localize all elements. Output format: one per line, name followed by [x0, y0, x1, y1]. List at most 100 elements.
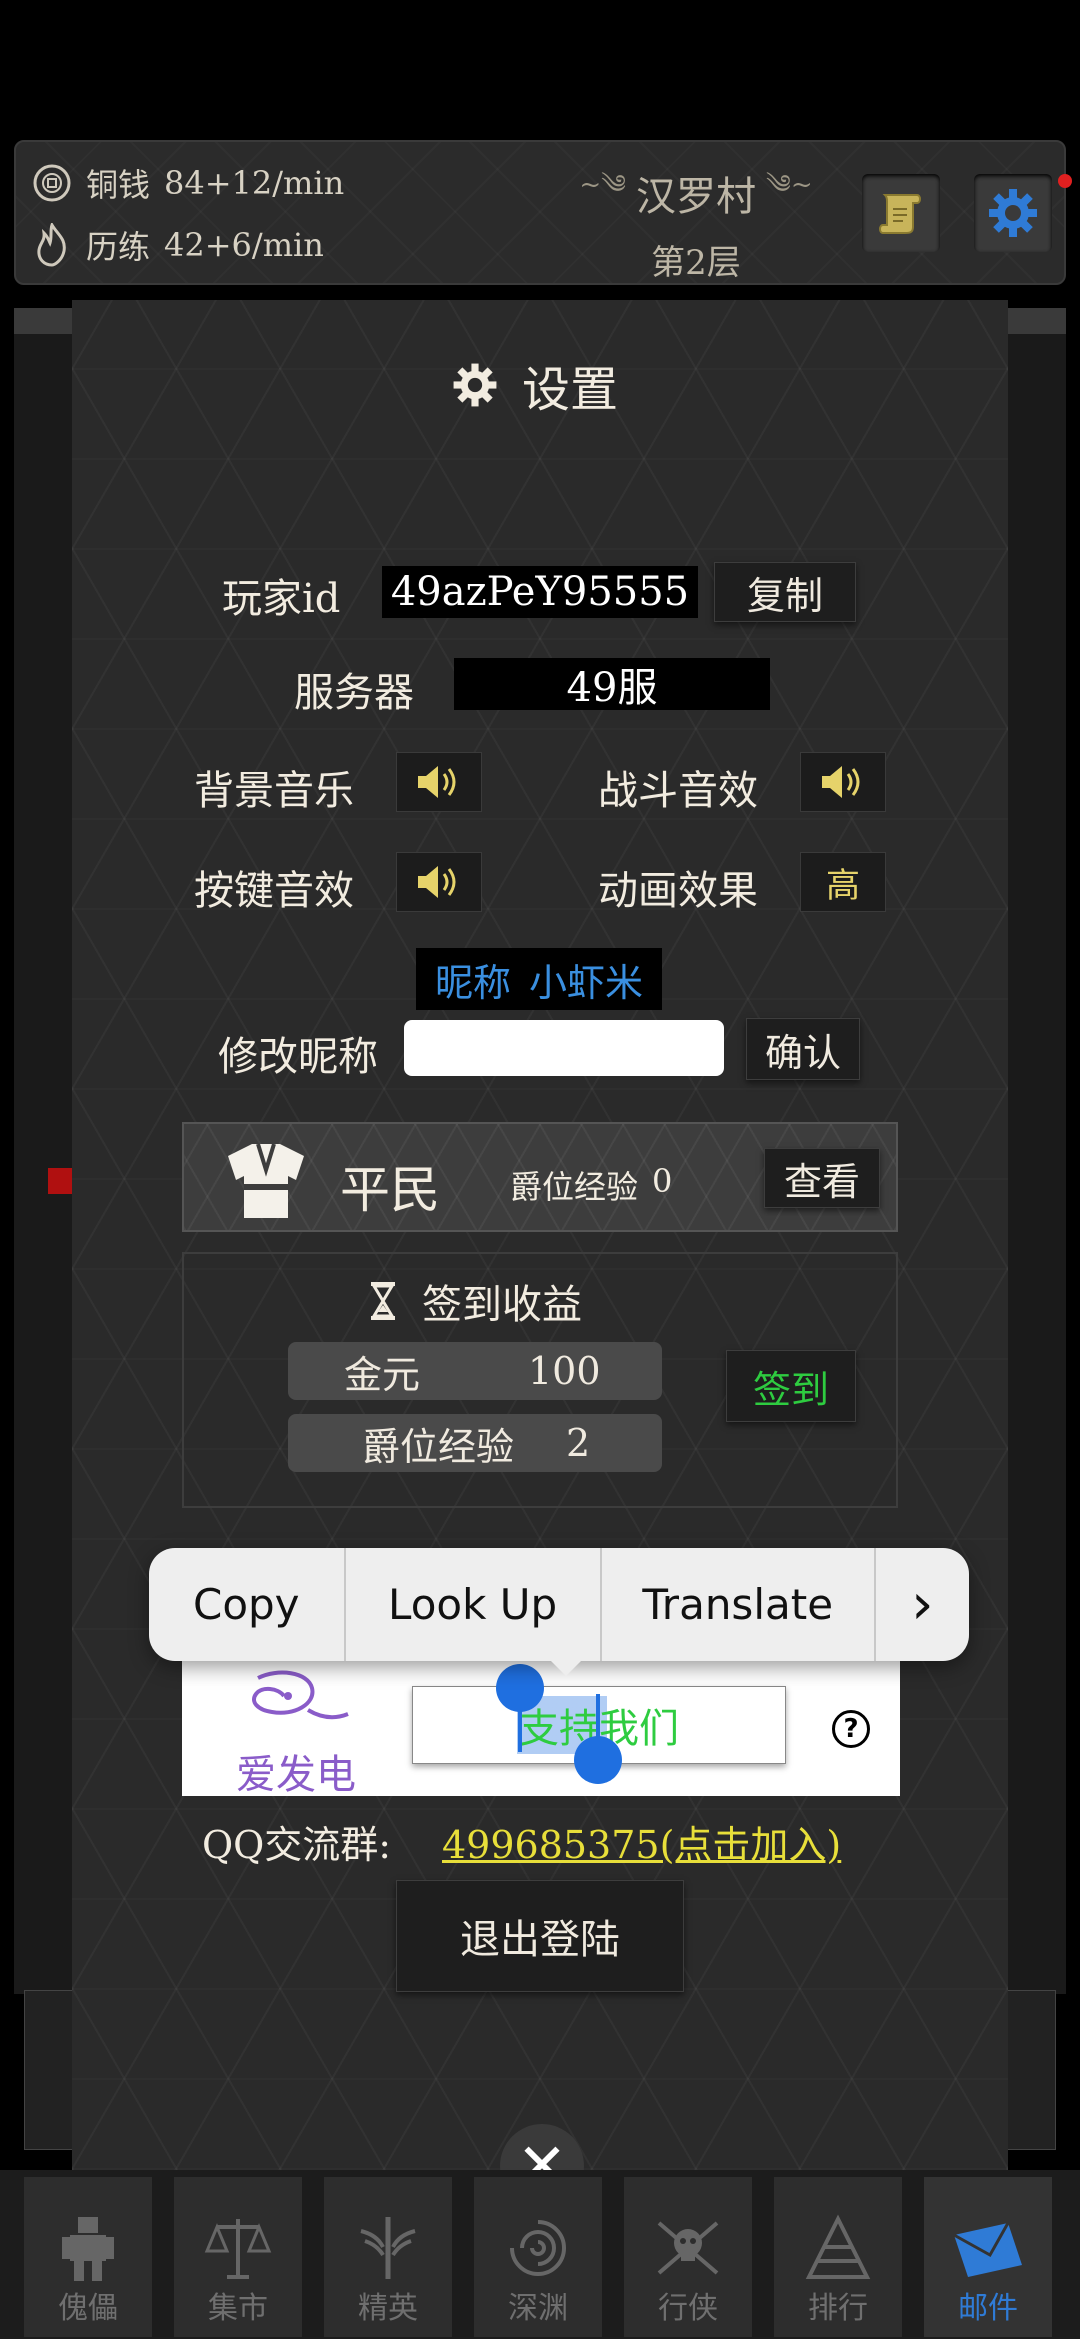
- robe-icon: [228, 1143, 304, 1218]
- tab-label: 邮件: [958, 2291, 1018, 2326]
- coins-label: 铜钱: [86, 166, 151, 204]
- coin-icon: [32, 163, 72, 203]
- confirm-nickname-button[interactable]: 确认: [746, 1018, 860, 1080]
- checkin-title: 签到收益: [422, 1282, 582, 1328]
- player-id-label: 玩家id: [222, 576, 341, 622]
- bg-red-marker: [48, 1168, 72, 1194]
- tab-puppet[interactable]: 傀儡: [24, 2177, 152, 2337]
- qq-group-link[interactable]: 499685375(点击加入): [442, 1814, 841, 1869]
- change-nickname-label: 修改昵称: [218, 1034, 378, 1080]
- selection-end-handle[interactable]: [574, 1736, 622, 1784]
- tab-abyss[interactable]: 深渊: [474, 2177, 602, 2337]
- menu-item-look-up[interactable]: Look Up: [346, 1548, 602, 1661]
- floor-label: 第2层: [651, 243, 741, 283]
- rank-name: 平民: [340, 1161, 440, 1219]
- right-ornament-icon: ༄~: [766, 170, 813, 200]
- speaker-icon: [822, 766, 860, 798]
- battle-sfx-toggle[interactable]: [800, 752, 886, 812]
- skull-swords-icon: [657, 2221, 719, 2275]
- bgm-label: 背景音乐: [194, 768, 354, 814]
- gear-icon: [989, 189, 1037, 237]
- tab-market[interactable]: 集市: [174, 2177, 302, 2337]
- animation-label: 动画效果: [598, 868, 758, 914]
- logout-button[interactable]: 退出登陆: [396, 1880, 684, 1992]
- scroll-button[interactable]: [862, 174, 940, 252]
- key-sfx-toggle[interactable]: [396, 852, 482, 912]
- server-label: 服务器: [294, 670, 414, 716]
- coins-value: 84+12/min: [164, 164, 345, 202]
- scales-icon: [204, 2219, 272, 2279]
- checkin-box: 签到收益 金元 100 爵位经验 2 签到: [182, 1252, 898, 1508]
- afdian-logo-icon: [252, 1670, 349, 1720]
- reward-value: 2: [566, 1421, 591, 1465]
- bg-card-right: [1006, 1990, 1056, 2150]
- nickname-value: 小虾米: [529, 960, 644, 1005]
- location-name: 汉罗村: [636, 173, 756, 220]
- nickname-label: 昵称: [434, 960, 511, 1005]
- robot-icon: [62, 2217, 114, 2281]
- exp-row: 历练 42+6/min: [32, 222, 324, 268]
- exp-value: 42+6/min: [164, 226, 324, 264]
- bg-column-left: [14, 334, 72, 1994]
- copy-id-button[interactable]: 复制: [714, 562, 856, 622]
- checkin-title-row: 签到收益: [370, 1272, 582, 1330]
- rank-exp-label: 爵位经验: [510, 1168, 639, 1206]
- view-rank-button[interactable]: 查看: [764, 1148, 880, 1208]
- checkin-button[interactable]: 签到: [726, 1350, 856, 1422]
- page-title: 设置: [522, 362, 619, 418]
- tab-label: 傀儡: [58, 2291, 118, 2326]
- rank-bar: 平民 爵位经验 0 查看: [182, 1122, 898, 1232]
- qq-group-label: QQ交流群:: [202, 1823, 392, 1867]
- tab-chivalry[interactable]: 行侠: [624, 2177, 752, 2337]
- rank-exp-value: 0: [652, 1162, 673, 1200]
- speaker-icon: [418, 766, 456, 798]
- key-sfx-label: 按键音效: [194, 868, 354, 914]
- tab-ranking[interactable]: 排行: [774, 2177, 902, 2337]
- bg-card-left: [24, 1990, 74, 2150]
- bg-column-right: [1008, 334, 1066, 1994]
- coins-row: 铜钱 84+12/min: [32, 160, 344, 206]
- reward-value: 100: [528, 1349, 601, 1393]
- animation-quality-button[interactable]: 高: [800, 852, 886, 912]
- tab-elite[interactable]: 精英: [324, 2177, 452, 2337]
- bgm-toggle[interactable]: [396, 752, 482, 812]
- battle-sfx-label: 战斗音效: [598, 768, 758, 814]
- tab-mail[interactable]: 邮件: [924, 2177, 1052, 2337]
- notification-dot: [1058, 174, 1072, 188]
- afdian-label: 爱发电: [236, 1752, 356, 1798]
- reward-label: 爵位经验: [362, 1424, 515, 1469]
- winged-sword-icon: [360, 2217, 416, 2279]
- speaker-icon: [418, 866, 456, 898]
- selection-start-handle[interactable]: [496, 1664, 544, 1712]
- menu-item-translate[interactable]: Translate: [602, 1548, 876, 1661]
- tab-label: 集市: [208, 2291, 268, 2326]
- menu-pointer: [548, 1658, 584, 1676]
- nickname-display: 昵称 小虾米: [416, 948, 662, 1010]
- menu-item-copy[interactable]: Copy: [149, 1548, 346, 1661]
- reward-label: 金元: [344, 1352, 421, 1397]
- bg-strip-right: [1008, 308, 1066, 334]
- chevron-right-icon[interactable]: ›: [876, 1548, 969, 1661]
- envelope-icon: [953, 2222, 1022, 2277]
- scroll-icon: [879, 194, 921, 234]
- settings-button[interactable]: [974, 174, 1052, 252]
- tab-label: 精英: [358, 2291, 418, 2326]
- settings-title: 设置: [450, 350, 618, 420]
- text-context-menu: Copy Look Up Translate ›: [149, 1548, 969, 1661]
- hourglass-icon: [371, 1282, 395, 1320]
- help-icon[interactable]: ?: [832, 1710, 870, 1748]
- exp-label: 历练: [86, 228, 151, 266]
- player-id-value[interactable]: 49azPeY95555: [382, 566, 698, 618]
- top-resource-bar: 铜钱 84+12/min 历练 42+6/min ~༄ 汉罗村 ༄~ 第2层: [14, 140, 1072, 285]
- nickname-input[interactable]: [404, 1020, 724, 1076]
- left-ornament-icon: ~༄: [579, 170, 626, 200]
- flame-icon: [32, 223, 72, 267]
- tab-label: 行侠: [658, 2291, 718, 2326]
- vortex-icon: [510, 2220, 566, 2276]
- location-block: ~༄ 汉罗村 ༄~ 第2层: [556, 156, 836, 284]
- pyramid-icon: [805, 2214, 871, 2279]
- server-value: 49服: [454, 658, 770, 711]
- tab-label: 排行: [808, 2291, 868, 2326]
- tab-label: 深渊: [508, 2291, 568, 2326]
- checkin-reward-row: 爵位经验 2: [288, 1414, 662, 1472]
